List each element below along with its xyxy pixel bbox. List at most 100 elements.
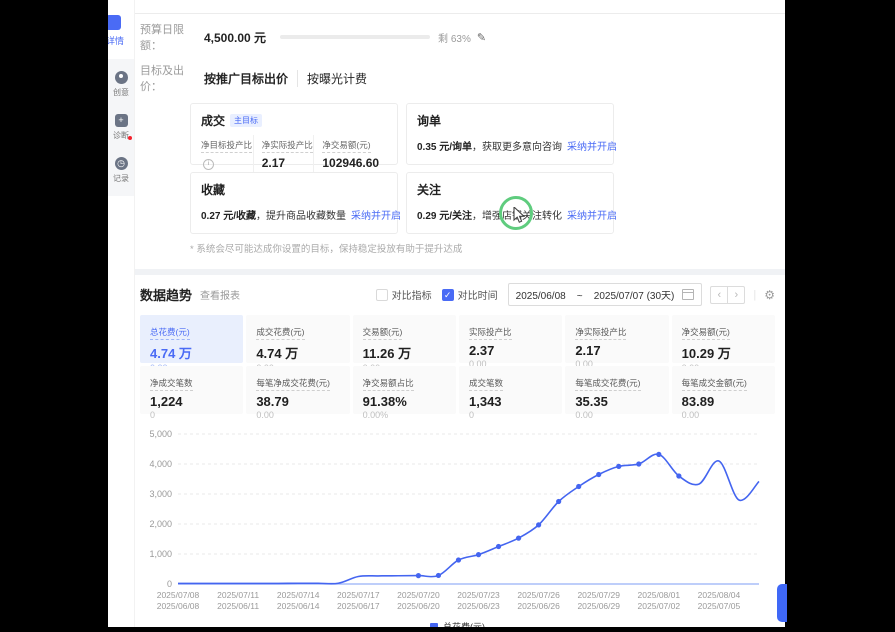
sidebar-active-icon[interactable] — [108, 15, 121, 30]
tab-bid-by-goal[interactable]: 按推广目标出价 — [204, 70, 288, 87]
tab-bid-by-impression[interactable]: 按曝光计费 — [297, 70, 367, 87]
compare-metric-checkbox[interactable] — [376, 289, 388, 301]
trend-chart: 01,0002,0003,0004,0005,0002025/07/082025… — [140, 424, 775, 620]
metric-card-amount-per-order[interactable]: 每笔成交金额(元) 83.89 0.00 — [672, 366, 775, 414]
compare-metric-label: 对比指标 — [392, 287, 432, 302]
budget-value: 4,500.00 元 — [204, 29, 266, 46]
metric-label: 净交易额占比 — [363, 377, 414, 391]
feedback-float-button[interactable] — [777, 584, 787, 622]
chart-legend: 总花费(元) — [140, 620, 775, 627]
svg-text:2025/06/23: 2025/06/23 — [457, 601, 500, 611]
metric-value: 4.74 万 — [256, 343, 339, 362]
metric-label: 每笔成交金额(元) — [682, 377, 747, 391]
metric-card-net-orders[interactable]: 净成交笔数 1,224 0 — [140, 366, 243, 414]
goal-card-favorite[interactable]: 收藏 0.27 元/收藏，提升商品收藏数量采纳并开启 — [190, 172, 398, 234]
metric-card-cost-per-order[interactable]: 每笔成交花费(元) 35.35 0.00 — [565, 366, 668, 414]
sidebar-item-diagnosis[interactable]: 诊断 — [113, 114, 129, 141]
svg-text:2025/06/17: 2025/06/17 — [337, 601, 380, 611]
metric-compare-value: 0.00 — [256, 410, 339, 420]
metric-label: 每笔净成交花费(元) — [256, 377, 330, 391]
svg-text:2025/06/20: 2025/06/20 — [397, 601, 440, 611]
goal-desc: 0.27 元/收藏，提升商品收藏数量采纳并开启 — [201, 207, 387, 222]
metric-card-net-roi[interactable]: 净实际投产比 2.17 0.00 — [565, 315, 668, 363]
svg-text:2025/06/29: 2025/06/29 — [577, 601, 620, 611]
budget-row: 预算日限额： 4,500.00 元 剩 63% ✎ — [140, 21, 775, 53]
goal-title: 收藏 — [201, 181, 225, 198]
divider — [135, 13, 785, 14]
date-range-picker[interactable]: 2025/06/08 ~ 2025/07/07 (30天) — [508, 283, 703, 306]
svg-text:3,000: 3,000 — [149, 489, 172, 499]
info-icon[interactable]: i — [203, 159, 214, 170]
svg-text:2,000: 2,000 — [149, 519, 172, 529]
metric-card-roi[interactable]: 实际投产比 2.37 0.00 — [459, 315, 562, 363]
sidebar-item-label: 创意 — [113, 87, 129, 98]
svg-text:2025/08/01: 2025/08/01 — [638, 590, 681, 600]
metric-label: 总花费(元) — [150, 326, 190, 340]
svg-text:4,000: 4,000 — [149, 459, 172, 469]
click-indicator — [499, 196, 533, 230]
metric-card-orders[interactable]: 成交笔数 1,343 0 — [459, 366, 562, 414]
svg-text:2025/07/14: 2025/07/14 — [277, 590, 320, 600]
cursor-icon — [513, 207, 527, 223]
svg-text:2025/07/05: 2025/07/05 — [698, 601, 741, 611]
date-nav: ‹ › — [710, 286, 745, 304]
metric-value: 11.26 万 — [363, 343, 446, 362]
sidebar-item-details[interactable]: 详情 — [108, 34, 134, 47]
goal-metric-label: 净目标投产比 — [201, 139, 252, 153]
compare-time-checkbox[interactable]: ✓ — [442, 289, 454, 301]
diagnosis-icon — [115, 114, 128, 127]
adopt-enable-link[interactable]: 采纳并开启 — [567, 142, 617, 153]
svg-text:2025/07/23: 2025/07/23 — [457, 590, 500, 600]
calendar-icon — [682, 289, 694, 300]
metric-card-gmv[interactable]: 交易额(元) 11.26 万 0.00 — [353, 315, 456, 363]
metric-card-deal-spend[interactable]: 成交花费(元) 4.74 万 0.00 — [246, 315, 349, 363]
app-window: 详情 创意 诊断 记录 预算日限额 — [108, 0, 785, 627]
goal-price: 0.29 元/关注 — [417, 211, 472, 222]
budget-label: 预算日限额： — [140, 21, 204, 53]
svg-text:1,000: 1,000 — [149, 549, 172, 559]
sidebar-item-history[interactable]: 记录 — [113, 157, 129, 184]
goal-metric-label: 净实际投产比 — [262, 139, 313, 153]
chevron-right-icon[interactable]: › — [727, 286, 745, 304]
svg-text:2025/06/11: 2025/06/11 — [217, 601, 259, 611]
metric-card-net-gmv-ratio[interactable]: 净交易额占比 91.38% 0.00% — [353, 366, 456, 414]
metric-label: 净实际投产比 — [575, 326, 626, 340]
goal-desc-text: ，获取更多意向咨询 — [472, 142, 562, 153]
metric-value: 91.38% — [363, 394, 446, 409]
svg-text:2025/07/20: 2025/07/20 — [397, 590, 440, 600]
goal-card-deal[interactable]: 成交 主目标 净目标投产比i 2.45 ✎ 净实际投产比 2.17 — [190, 103, 398, 165]
svg-text:2025/06/14: 2025/06/14 — [277, 601, 320, 611]
metric-card-total-spend[interactable]: 总花费(元) 4.74 万 0.00 — [140, 315, 243, 363]
metric-value: 83.89 — [682, 394, 765, 409]
svg-text:2025/07/08: 2025/07/08 — [157, 590, 200, 600]
bidding-row: 目标及出价： 按推广目标出价 按曝光计费 — [140, 62, 775, 94]
goal-desc: 0.35 元/询单，获取更多意向咨询采纳并开启 — [417, 138, 603, 153]
svg-text:2025/07/17: 2025/07/17 — [337, 590, 380, 600]
goal-price: 0.27 元/收藏 — [201, 211, 256, 222]
edit-icon[interactable]: ✎ — [477, 31, 486, 44]
adopt-enable-link[interactable]: 采纳并开启 — [351, 211, 401, 222]
gear-icon[interactable]: ⚙ — [764, 288, 775, 302]
chevron-left-icon[interactable]: ‹ — [710, 286, 728, 304]
divider: | — [753, 289, 756, 301]
metric-label: 成交笔数 — [469, 377, 503, 391]
bulb-icon — [115, 71, 128, 84]
metric-cards: 总花费(元) 4.74 万 0.00 成交花费(元) 4.74 万 0.00 交… — [140, 315, 775, 414]
metric-compare-value: 0 — [150, 410, 233, 420]
date-range-value: 2025/06/08 ~ 2025/07/07 (30天) — [516, 287, 675, 302]
goal-desc-text: ，提升商品收藏数量 — [256, 211, 346, 222]
sidebar-item-creative[interactable]: 创意 — [113, 71, 129, 98]
svg-text:2025/07/02: 2025/07/02 — [638, 601, 681, 611]
goal-card-inquiry[interactable]: 询单 0.35 元/询单，获取更多意向咨询采纳并开启 — [406, 103, 614, 165]
view-report-link[interactable]: 查看报表 — [200, 287, 240, 302]
goal-note: * 系统会尽可能达成你设置的目标，保持稳定投放有助于提升达成 — [190, 241, 775, 255]
section-divider — [135, 269, 785, 275]
budget-remaining: 剩 63% — [438, 30, 471, 45]
adopt-enable-link[interactable]: 采纳并开启 — [567, 211, 617, 222]
metric-card-net-cost-per-order[interactable]: 每笔净成交花费(元) 38.79 0.00 — [246, 366, 349, 414]
sidebar-menu: 创意 诊断 记录 — [108, 59, 134, 196]
metric-compare-value: 0.00% — [363, 410, 446, 420]
svg-text:2025/06/08: 2025/06/08 — [157, 601, 200, 611]
goal-cards: 成交 主目标 净目标投产比i 2.45 ✎ 净实际投产比 2.17 — [190, 103, 614, 234]
metric-card-net-gmv[interactable]: 净交易额(元) 10.29 万 0.00 — [672, 315, 775, 363]
